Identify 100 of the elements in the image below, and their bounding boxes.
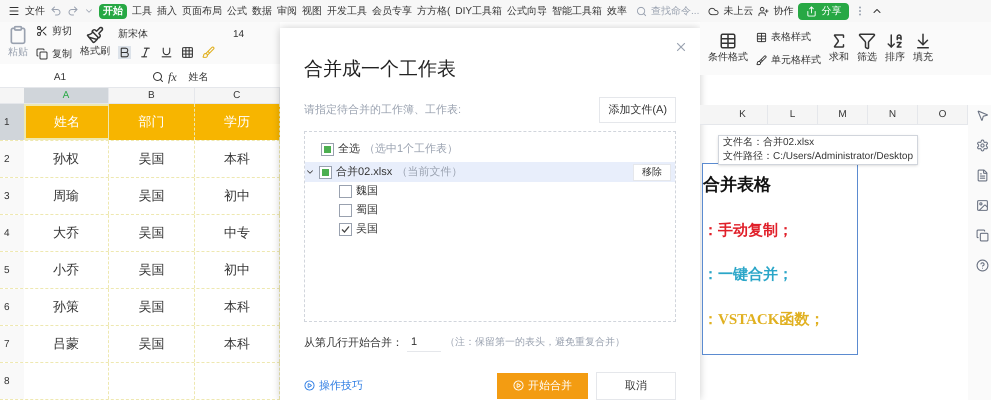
conditional-format-button[interactable]: 条件格式 [708, 32, 748, 65]
row-number[interactable]: 4 [0, 215, 24, 251]
cell-style-button[interactable]: 单元格样式 [756, 52, 821, 68]
checkbox[interactable] [319, 166, 332, 178]
fill-color-icon[interactable] [202, 46, 215, 59]
menu-tab[interactable]: 审阅 [277, 4, 297, 18]
border-icon[interactable] [181, 46, 194, 59]
sum-button[interactable]: 求和 [829, 32, 849, 65]
table-cell: 吴国 [109, 141, 195, 177]
row-number[interactable]: 2 [0, 141, 24, 177]
checkbox[interactable] [339, 204, 352, 217]
function-button[interactable]: fx [168, 68, 177, 86]
undo-icon[interactable] [50, 5, 62, 17]
table-cell: 孙策 [24, 289, 110, 325]
row-number[interactable]: 7 [0, 326, 24, 362]
table-cell: 吴国 [109, 215, 195, 251]
column-header[interactable]: N [868, 105, 918, 124]
file-row[interactable]: 合并02.xlsx （当前文件） 移除 [305, 162, 675, 182]
menu-tab[interactable]: 数据 [252, 4, 272, 18]
image-icon[interactable] [976, 199, 988, 212]
sort-button[interactable]: 排序 [885, 32, 905, 65]
table-cell: 小乔 [24, 252, 110, 288]
table-cell: 吴国 [109, 178, 195, 214]
tips-link[interactable]: 操作技巧 [304, 378, 363, 394]
checkbox[interactable] [321, 142, 334, 156]
menu-icon[interactable] [8, 5, 20, 17]
start-row-field[interactable]: 1 [407, 334, 441, 352]
cancel-button[interactable]: 取消 [596, 372, 676, 400]
brush-icon [756, 54, 767, 66]
menu-tab[interactable]: 视图 [302, 4, 322, 18]
remove-button[interactable]: 移除 [633, 164, 671, 180]
menu-tab[interactable]: 公式 [227, 4, 247, 18]
paintbrush-icon [86, 26, 104, 44]
menu-tab[interactable]: 插入 [157, 4, 177, 18]
pointer-icon[interactable] [976, 109, 988, 122]
menu-tab[interactable]: 开发工具 [327, 4, 367, 18]
table-style-button[interactable]: 表格样式 [756, 30, 821, 44]
filter-icon [858, 32, 876, 50]
column-header[interactable]: B [109, 88, 195, 103]
settings-icon[interactable] [976, 139, 988, 152]
font-field[interactable]: 新宋体 [118, 26, 225, 42]
menu-tab[interactable]: 智能工具箱 [552, 4, 602, 18]
redo-icon[interactable] [67, 5, 79, 17]
filter-button[interactable]: 筛选 [857, 32, 877, 65]
sheet-name[interactable]: 蜀国 [356, 202, 378, 219]
formula-field[interactable]: 姓名 [188, 70, 209, 85]
add-file-button[interactable]: 添加文件(A) [599, 96, 676, 123]
table-cell: 吴国 [109, 252, 195, 288]
menu-tab[interactable]: DIY工具箱 [455, 4, 502, 18]
row-number[interactable]: 8 [0, 363, 24, 399]
copy-button[interactable]: 复制 [36, 46, 72, 62]
menu-tab[interactable]: 方方格( [417, 4, 450, 18]
text-line: ：手动复制； [703, 221, 794, 240]
bold-icon[interactable] [118, 46, 131, 59]
menu-tab[interactable]: 效率 [607, 4, 628, 18]
row-number[interactable]: 1 [0, 104, 24, 140]
menu-tab[interactable]: 页面布局 [182, 4, 222, 18]
checkbox[interactable] [339, 223, 352, 236]
file-menu[interactable]: 文件 [25, 4, 45, 18]
collab-button[interactable]: 协作 [758, 4, 794, 18]
sheet-name[interactable]: 吴国 [356, 221, 378, 238]
menu-tab[interactable]: 工具 [132, 4, 152, 18]
menu-tab[interactable]: 会员专享 [372, 4, 412, 18]
play-icon [304, 380, 315, 392]
checkbox[interactable] [339, 185, 352, 198]
cell-name-field[interactable]: A1 [0, 70, 120, 85]
column-header[interactable]: M [818, 105, 868, 124]
format-painter-button[interactable]: 格式刷 [80, 26, 110, 60]
cloud-status[interactable]: 未上云 [708, 4, 754, 18]
cloud-icon [708, 6, 720, 16]
tooltip-text: 文件名：合并02.xlsx [723, 136, 816, 150]
table-cell: 部门 [109, 104, 195, 140]
search-icon [636, 6, 648, 16]
cut-button[interactable]: 剪切 [36, 24, 72, 39]
table-cell: 孙权 [24, 141, 110, 177]
help-icon[interactable] [976, 259, 988, 272]
table-cell: 姓名 [24, 104, 110, 140]
sort-icon [886, 32, 904, 50]
hint-text: （注：保留第一的表头，避免重复合并） [445, 336, 625, 350]
table-cell: 周瑜 [24, 178, 110, 214]
sheet-name[interactable]: 魏国 [356, 183, 378, 200]
copy-icon[interactable] [976, 229, 988, 242]
table-cell: 吴国 [109, 326, 195, 362]
row-number[interactable]: 6 [0, 289, 24, 325]
italic-icon[interactable] [139, 46, 152, 59]
underline-icon[interactable] [160, 46, 173, 59]
text-line: ：一键合并； [703, 265, 794, 285]
select-all-label[interactable]: 全选 [338, 140, 360, 158]
row-number[interactable]: 3 [0, 178, 24, 214]
check-icon [341, 225, 350, 234]
column-header[interactable]: L [768, 105, 818, 124]
column-header[interactable]: K [718, 105, 768, 124]
menu-tab[interactable]: 公式向导 [507, 4, 548, 18]
font-size-field[interactable]: 14 [233, 26, 263, 42]
row-number[interactable]: 5 [0, 252, 24, 288]
fill-button[interactable]: 填充 [913, 32, 933, 65]
zoom-icon[interactable] [152, 71, 164, 84]
document-icon[interactable] [976, 169, 988, 182]
file-name: 合并02.xlsx [336, 164, 392, 180]
close-icon[interactable] [674, 40, 688, 54]
